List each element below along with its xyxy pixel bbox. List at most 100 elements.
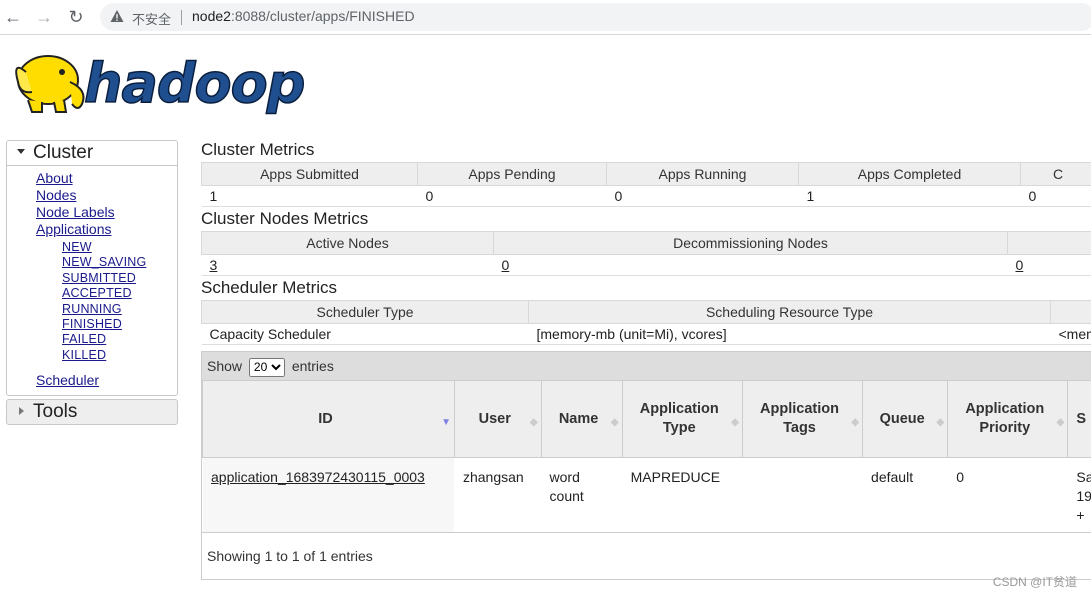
column-header-label: Queue — [879, 410, 925, 427]
tools-title: Tools — [33, 401, 78, 423]
sort-icon: ◆ — [851, 417, 860, 428]
table-header — [1007, 231, 1091, 255]
security-label: 不安全 — [132, 12, 172, 27]
table-cell-priority: 0 — [947, 457, 1068, 532]
table-cell: 3 — [201, 254, 494, 276]
column-header-queue[interactable]: Queue ◆ — [862, 380, 949, 458]
column-header-label: User — [478, 410, 511, 427]
app-state-link-submitted[interactable]: SUBMITTED — [62, 271, 177, 286]
app-state-link-failed[interactable]: FAILED — [62, 332, 177, 347]
column-header-name[interactable]: Name ◆ — [540, 380, 623, 458]
table-row: 1 0 0 1 0 — [201, 185, 1091, 207]
table-header: C — [1020, 162, 1091, 186]
table-cell-tags — [741, 457, 863, 532]
table-row: application_1683972430115_0003 zhangsan … — [202, 457, 1091, 532]
hadoop-wordmark: hadoop — [84, 52, 304, 115]
back-arrow-icon[interactable]: ← — [2, 6, 24, 28]
column-header-start-time[interactable]: S — [1067, 380, 1091, 458]
table-header: Active Nodes — [201, 231, 494, 255]
application-states-menu: NEW NEW_SAVING SUBMITTED ACCEPTED RUNNIN… — [36, 240, 177, 363]
scheduler-metrics-title: Scheduler Metrics — [201, 278, 338, 297]
column-header-label: ID — [318, 410, 333, 427]
table-cell: 0 — [1020, 185, 1091, 207]
column-header-user[interactable]: User ◆ — [453, 380, 542, 458]
url-text: node2:8088/cluster/apps/FINISHED — [192, 8, 415, 24]
table-cell-queue: default — [862, 457, 948, 532]
nav-link-applications[interactable]: Applications — [36, 221, 177, 238]
app-state-link-new-saving[interactable]: NEW_SAVING — [62, 255, 177, 270]
watermark: CSDN @IT贫道 — [992, 575, 1077, 589]
sort-icon: ◆ — [529, 417, 538, 428]
cluster-panel: Cluster About Nodes Node Labels Applicat… — [6, 140, 178, 397]
applications-datatable: Show 20 entries ID ▼ User ◆ Name ◆ Applicat… — [201, 351, 1091, 580]
column-header-label: S — [1076, 410, 1087, 427]
column-header-label: Application Priority — [965, 401, 1045, 436]
sort-icon: ◆ — [1056, 417, 1065, 428]
column-header-application-type[interactable]: Application Type ◆ — [621, 380, 743, 458]
table-cell-name: word count — [540, 457, 623, 532]
table-header-row: ID ▼ User ◆ Name ◆ Application Type ◆ Applic… — [202, 380, 1091, 458]
cluster-metrics-table: Apps Submitted Apps Pending Apps Running… — [201, 162, 1091, 207]
table-cell-id: application_1683972430115_0003 — [202, 457, 455, 532]
cluster-metrics-title: Cluster Metrics — [201, 140, 315, 159]
table-header: Scheduler Type — [201, 300, 529, 324]
table-header: Apps Completed — [798, 162, 1021, 186]
cluster-title: Cluster — [33, 142, 94, 163]
table-cell: [memory-mb (unit=Mi), vcores] — [528, 323, 1051, 345]
nodes-metric-link[interactable]: 0 — [1016, 257, 1024, 273]
sort-icon: ◆ — [731, 417, 739, 428]
forward-arrow-icon[interactable]: → — [33, 6, 55, 28]
column-header-application-tags[interactable]: Application Tags ◆ — [741, 380, 864, 458]
nav-link-scheduler[interactable]: Scheduler — [36, 372, 177, 389]
cluster-panel-header[interactable]: Cluster — [7, 141, 177, 166]
sort-desc-icon: ▼ — [441, 417, 451, 428]
table-cell: Capacity Scheduler — [201, 323, 529, 345]
app-state-link-running[interactable]: RUNNING — [62, 302, 177, 317]
reload-icon[interactable]: ↻ — [65, 6, 87, 28]
table-header: Scheduling Resource Type — [528, 300, 1051, 324]
tools-panel-header[interactable]: Tools — [6, 399, 178, 426]
app-state-link-new[interactable]: NEW — [62, 240, 177, 255]
column-header-application-priority[interactable]: Application Priority ◆ — [947, 380, 1069, 458]
table-header: Apps Pending — [417, 162, 607, 186]
decommissioning-nodes-link[interactable]: 0 — [502, 257, 510, 273]
applications-table: ID ▼ User ◆ Name ◆ Application Type ◆ Applic… — [202, 380, 1091, 532]
cluster-menu: About Nodes Node Labels Applications NEW… — [7, 166, 177, 395]
main-content: Cluster Metrics Apps Submitted Apps Pend… — [201, 138, 1091, 580]
triangle-down-icon — [17, 148, 25, 154]
table-header: Apps Submitted — [201, 162, 418, 186]
table-cell: 0 — [493, 254, 1008, 276]
url-host: node2 — [192, 8, 231, 24]
column-header-id[interactable]: ID ▼ — [202, 380, 455, 458]
table-cell-start-time: Sa 19 + — [1067, 457, 1091, 532]
table-cell: 0 — [1007, 254, 1091, 276]
page-size-select[interactable]: 20 — [248, 357, 285, 377]
app-state-link-killed[interactable]: KILLED — [62, 348, 177, 363]
url-path: :8088/cluster/apps/FINISHED — [230, 8, 415, 24]
nav-link-nodes[interactable]: Nodes — [36, 187, 177, 204]
datatable-info: Showing 1 to 1 of 1 entries — [202, 532, 1091, 579]
warning-triangle-icon — [110, 10, 124, 22]
nav-link-about[interactable]: About — [36, 170, 177, 187]
table-cell: 0 — [417, 185, 607, 207]
column-header-label: Name — [558, 410, 599, 427]
app-state-link-finished[interactable]: FINISHED — [62, 317, 177, 332]
column-header-label: Application Tags — [760, 401, 839, 436]
nav-link-node-labels[interactable]: Node Labels — [36, 204, 177, 221]
sort-icon: ◆ — [610, 417, 619, 428]
entries-label: entries — [291, 358, 334, 374]
application-id-link[interactable]: application_1683972430115_0003 — [211, 469, 425, 485]
table-cell: 0 — [606, 185, 799, 207]
scheduler-metrics-table: Scheduler Type Scheduling Resource Type … — [201, 300, 1091, 345]
browser-toolbar: ← → ↻ 不安全 node2:8088/cluster/apps/FINISH… — [0, 0, 1091, 35]
active-nodes-link[interactable]: 3 — [210, 257, 218, 273]
elephant-icon — [15, 55, 85, 113]
show-label: Show — [207, 358, 243, 374]
sort-icon: ◆ — [936, 417, 945, 428]
table-cell: <mem — [1050, 323, 1091, 345]
sidebar: Cluster About Nodes Node Labels Applicat… — [6, 140, 178, 426]
table-cell-user: zhangsan — [453, 457, 542, 532]
table-cell: 1 — [798, 185, 1021, 207]
address-bar[interactable]: 不安全 node2:8088/cluster/apps/FINISHED — [100, 3, 1091, 31]
app-state-link-accepted[interactable]: ACCEPTED — [62, 286, 177, 301]
